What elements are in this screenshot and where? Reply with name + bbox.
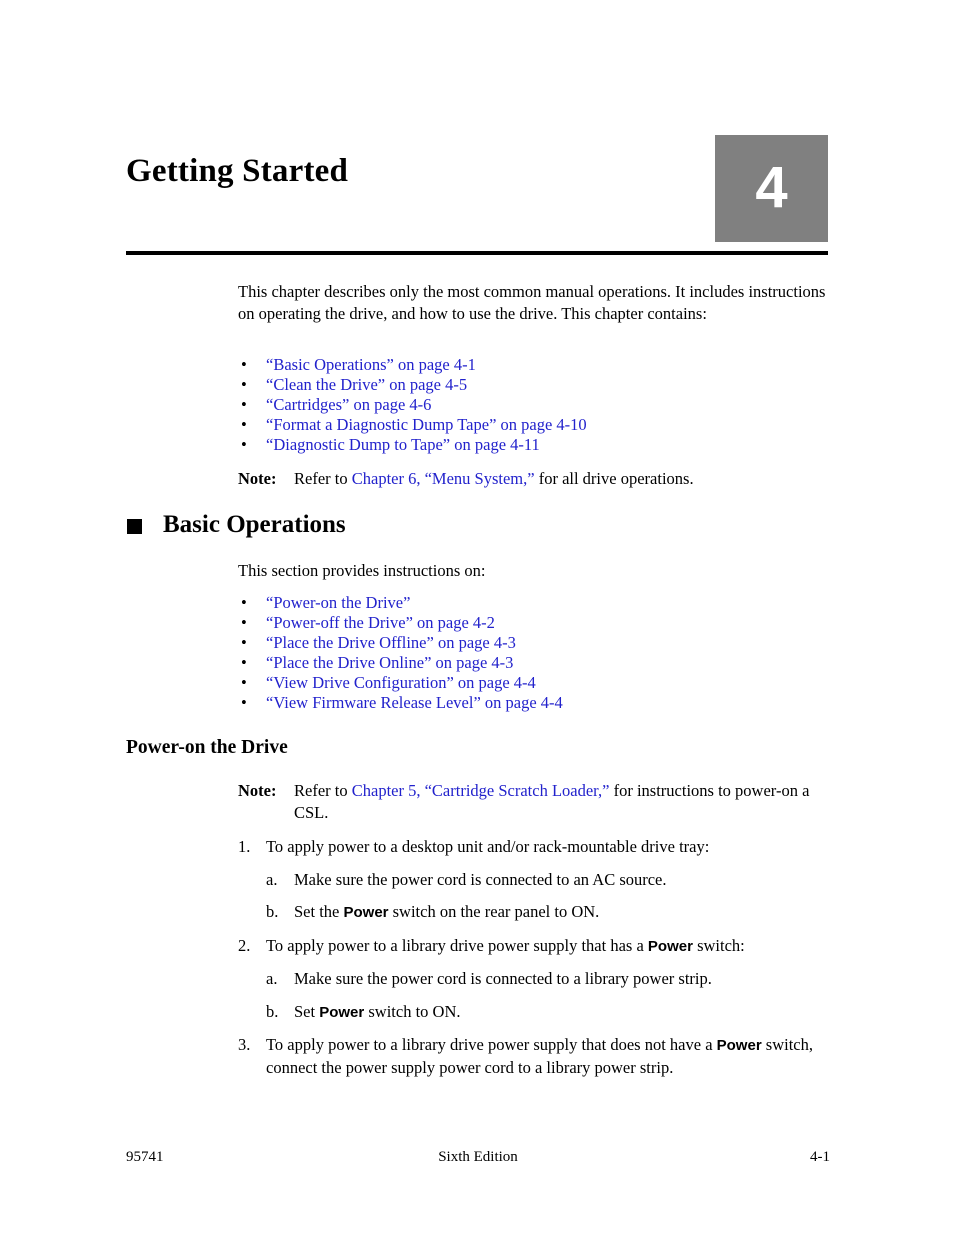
power-switch-label: Power [343,904,389,921]
bullet-icon: • [241,355,247,374]
substep: b. Set Power switch to ON. [266,1001,830,1024]
link-diagnostic-dump-to-tape[interactable]: “Diagnostic Dump to Tape” on page 4-11 [266,435,540,454]
intro-paragraph: This chapter describes only the most com… [238,282,826,323]
document-page: Getting Started 4 This chapter describes… [0,0,954,1235]
step-marker: 1. [238,837,251,856]
link-basic-operations[interactable]: “Basic Operations” on page 4-1 [266,355,476,374]
bullet-icon: • [241,613,247,632]
step: 3. To apply power to a library drive powe… [238,1034,830,1078]
section-bullet-list: • “Power-on the Drive” • “Power-off the … [238,593,830,713]
step: 2. To apply power to a library drive powe… [238,935,830,958]
link-view-drive-configuration[interactable]: “View Drive Configuration” on page 4-4 [266,673,536,692]
note-text-before: Refer to [294,469,352,488]
power-switch-label: Power [647,937,693,955]
link-format-diagnostic-dump-tape[interactable]: “Format a Diagnostic Dump Tape” on page … [266,415,587,434]
list-item[interactable]: • “Place the Drive Online” on page 4-3 [238,653,830,673]
link-clean-the-drive[interactable]: “Clean the Drive” on page 4-5 [266,375,467,394]
bullet-icon: • [241,375,247,394]
substep-marker: b. [266,902,279,921]
link-chapter-6-menu-system[interactable]: Chapter 6, “Menu System,” [352,469,535,488]
note-text-before: Refer to [294,781,352,800]
list-item[interactable]: • “Power-on the Drive” [238,593,830,613]
header-divider [126,251,828,255]
footer-edition: Sixth Edition [438,1149,518,1165]
section-title: Basic Operations [163,511,346,538]
intro-paragraph-block: This chapter describes only the most com… [238,281,830,324]
page-title: Getting Started [126,153,349,189]
list-item[interactable]: • “Place the Drive Offline” on page 4-3 [238,633,830,653]
link-power-off-the-drive[interactable]: “Power-off the Drive” on page 4-2 [266,613,495,632]
link-chapter-5-cartridge-scratch-loader[interactable]: Chapter 5, “Cartridge Scratch Loader,” [352,781,610,800]
substep-text-after: switch to ON. [364,1001,461,1021]
substep: b. Set the Power switch on the rear panel… [266,901,830,924]
list-item[interactable]: • “Diagnostic Dump to Tape” on page 4-11 [238,435,830,455]
substep: a. Make sure the power cord is connected… [266,968,830,990]
substep-text-before: Set the [294,902,344,921]
list-item[interactable]: • “Format a Diagnostic Dump Tape” on pag… [238,415,830,435]
list-item[interactable]: • “View Firmware Release Level” on page … [238,693,830,713]
note-label: Note: [238,781,277,800]
intro-bullet-list: • “Basic Operations” on page 4-1 • “Clea… [238,355,830,455]
substep-marker: b. [266,1001,279,1021]
section-intro-block: This section provides instructions on: [238,560,830,582]
bullet-icon: • [241,395,247,414]
link-view-firmware-release-level[interactable]: “View Firmware Release Level” on page 4-… [266,693,563,712]
link-place-the-drive-online[interactable]: “Place the Drive Online” on page 4-3 [266,653,513,672]
step-text-after: switch: [692,935,745,955]
power-switch-label: Power [716,1037,762,1054]
subsection-title-power-on-the-drive: Power-on the Drive [126,737,288,758]
link-place-the-drive-offline[interactable]: “Place the Drive Offline” on page 4-3 [266,633,516,652]
substep-text-after: switch on the rear panel to ON. [388,902,600,921]
list-item[interactable]: • “Clean the Drive” on page 4-5 [238,375,830,395]
list-item[interactable]: • “View Drive Configuration” on page 4-4 [238,673,830,693]
substep-text-before: Make sure the power cord is connected to… [294,969,712,988]
footer-page-number: 4-1 [810,1149,830,1165]
note: Note: Refer to Chapter 5, “Cartridge Scra… [238,780,830,823]
bullet-icon: • [241,593,247,612]
page-footer: 95741 Sixth Edition 4-1 [126,1146,830,1168]
bullet-icon: • [241,673,247,692]
section-intro-paragraph: This section provides instructions on: [238,561,486,580]
note-label: Note: [238,469,277,488]
square-bullet-icon [127,519,142,534]
bullet-icon: • [241,653,247,672]
procedure-steps: 1. To apply power to a desktop unit and/… [238,836,830,1089]
bullet-icon: • [241,633,247,652]
step-text-before: To apply power to a library drive power … [266,1035,717,1054]
link-power-on-the-drive[interactable]: “Power-on the Drive” [266,593,410,612]
step-marker: 2. [238,935,251,955]
substep-marker: a. [266,969,278,988]
note-text-after: for all drive operations. [534,469,694,488]
intro-note-block: Note: Refer to Chapter 6, “Menu System,” … [238,468,830,490]
chapter-header: Getting Started 4 [126,135,828,257]
step: 1. To apply power to a desktop unit and/… [238,836,830,858]
chapter-number-box: 4 [715,135,828,242]
bullet-icon: • [241,415,247,434]
step-text-before: To apply power to a library drive power … [266,935,648,955]
step-text: To apply power to a desktop unit and/or … [266,837,710,856]
chapter-number: 4 [755,154,788,220]
power-switch-label: Power [319,1003,365,1021]
list-item[interactable]: • “Basic Operations” on page 4-1 [238,355,830,375]
substep-marker: a. [266,869,278,889]
substep: a. Make sure the power cord is connected… [266,869,830,891]
list-item[interactable]: • “Cartridges” on page 4-6 [238,395,830,415]
bullet-icon: • [241,693,247,712]
note: Note: Refer to Chapter 6, “Menu System,” … [238,468,830,490]
bullet-icon: • [241,435,247,454]
list-item[interactable]: • “Power-off the Drive” on page 4-2 [238,613,830,633]
substep-text-before: Make sure the power cord is connected to… [294,869,667,889]
link-cartridges[interactable]: “Cartridges” on page 4-6 [266,395,431,414]
subsection-note-block: Note: Refer to Chapter 5, “Cartridge Scra… [238,780,830,823]
substep-text-before: Set [294,1001,320,1021]
step-marker: 3. [238,1035,251,1054]
